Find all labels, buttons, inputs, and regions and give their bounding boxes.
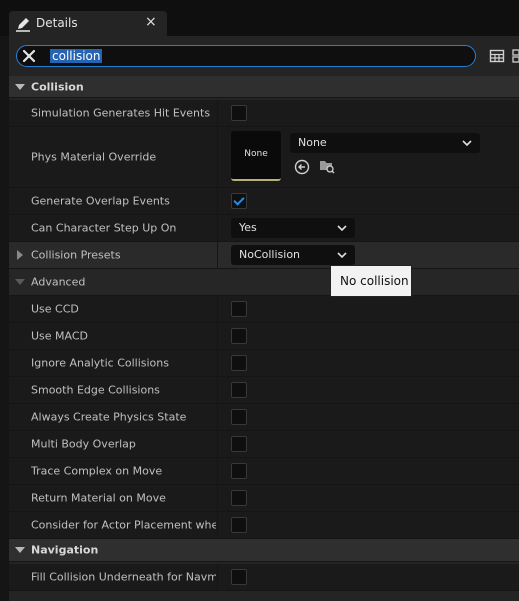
tab-details[interactable]: Details × (9, 11, 167, 36)
ignore-analytic-checkbox[interactable] (231, 355, 247, 371)
sim-hit-checkbox[interactable] (231, 105, 247, 121)
thumbnail-label: None (244, 149, 268, 159)
tab-title: Details (36, 16, 78, 30)
trace-complex-checkbox[interactable] (231, 463, 247, 479)
chevron-right-icon[interactable] (17, 250, 23, 260)
prop-label: Collision Presets (31, 248, 121, 262)
use-selected-icon[interactable] (294, 159, 310, 175)
prop-row-sim-hit: Simulation Generates Hit Events (9, 100, 519, 127)
prop-label: Always Create Physics State (31, 410, 187, 424)
presets-combo[interactable]: NoCollision (231, 245, 355, 265)
category-collision[interactable]: Collision (9, 76, 519, 98)
prop-label: Ignore Analytic Collisions (31, 356, 169, 370)
chevron-down-icon (462, 140, 472, 147)
material-thumbnail[interactable]: None (231, 131, 281, 181)
prop-label: Simulation Generates Hit Events (31, 106, 211, 120)
combo-value: NoCollision (239, 248, 301, 261)
prop-row-overlap: Generate Overlap Events (9, 188, 519, 215)
prop-row-smooth-edge: Smooth Edge Collisions (9, 377, 519, 404)
tooltip: No collision (330, 265, 412, 297)
combo-value: None (298, 136, 327, 149)
chevron-down-icon (337, 252, 347, 259)
smooth-edge-checkbox[interactable] (231, 382, 247, 398)
search-text: collision (50, 49, 103, 63)
prop-label: Phys Material Override (31, 150, 157, 164)
chevron-down-icon (15, 83, 25, 90)
prop-row-macd: Use MACD (9, 323, 519, 350)
prop-row-ccd: Use CCD (9, 296, 519, 323)
close-circle-icon[interactable] (21, 48, 37, 64)
prop-label: Fill Collision Underneath for Navme… (31, 570, 216, 584)
prop-label: Multi Body Overlap (31, 437, 136, 451)
category-advanced[interactable]: Advanced (9, 269, 519, 296)
prop-label: Consider for Actor Placement when… (31, 518, 216, 532)
prop-row-trace-complex: Trace Complex on Move (9, 458, 519, 485)
prop-row-presets: Collision Presets NoCollision (9, 242, 519, 269)
ccd-checkbox[interactable] (231, 301, 247, 317)
chevron-down-icon (15, 547, 25, 553)
search-input[interactable]: collision (16, 45, 476, 67)
multi-body-checkbox[interactable] (231, 436, 247, 452)
prop-row-step-up: Can Character Step Up On Yes (9, 215, 519, 242)
prop-row-multi-body: Multi Body Overlap (9, 431, 519, 458)
phys-material-combo[interactable]: None (290, 133, 480, 153)
prop-label: Return Material on Move (31, 491, 166, 505)
prop-label: Can Character Step Up On (31, 221, 177, 235)
browse-folder-icon[interactable] (319, 158, 335, 174)
prop-row-phys-material: Phys Material Override None None (9, 127, 519, 188)
chevron-down-icon (15, 279, 25, 285)
return-mat-checkbox[interactable] (231, 490, 247, 506)
actor-placement-checkbox[interactable] (231, 517, 247, 533)
fill-nav-checkbox[interactable] (231, 569, 247, 585)
prop-label: Smooth Edge Collisions (31, 383, 160, 397)
prop-row-ignore-analytic: Ignore Analytic Collisions (9, 350, 519, 377)
tab-close-icon[interactable]: × (145, 14, 157, 30)
chevron-down-icon (337, 225, 347, 232)
prop-label: Use CCD (31, 302, 79, 316)
table-icon[interactable] (489, 48, 505, 64)
category-navigation[interactable]: Navigation (9, 539, 519, 562)
prop-row-actor-placement: Consider for Actor Placement when… (9, 512, 519, 539)
prop-label: Use MACD (31, 329, 89, 343)
tab-strip-empty (170, 11, 519, 36)
prop-row-fill-nav: Fill Collision Underneath for Navme… (9, 564, 519, 591)
settings-icon[interactable] (511, 48, 519, 64)
combo-value: Yes (239, 221, 257, 234)
pencil-icon (16, 18, 30, 32)
step-up-combo[interactable]: Yes (231, 218, 355, 238)
prop-label: Trace Complex on Move (31, 464, 163, 478)
macd-checkbox[interactable] (231, 328, 247, 344)
category-label: Advanced (31, 275, 86, 289)
prop-row-return-mat: Return Material on Move (9, 485, 519, 512)
tab-strip: Details × (0, 0, 519, 36)
prop-label: Generate Overlap Events (31, 194, 170, 208)
tooltip-text: No collision (340, 274, 409, 288)
always-phys-checkbox[interactable] (231, 409, 247, 425)
category-label: Navigation (31, 543, 99, 557)
category-label: Collision (31, 80, 84, 93)
prop-row-always-phys: Always Create Physics State (9, 404, 519, 431)
overlap-checkbox[interactable] (231, 193, 247, 209)
